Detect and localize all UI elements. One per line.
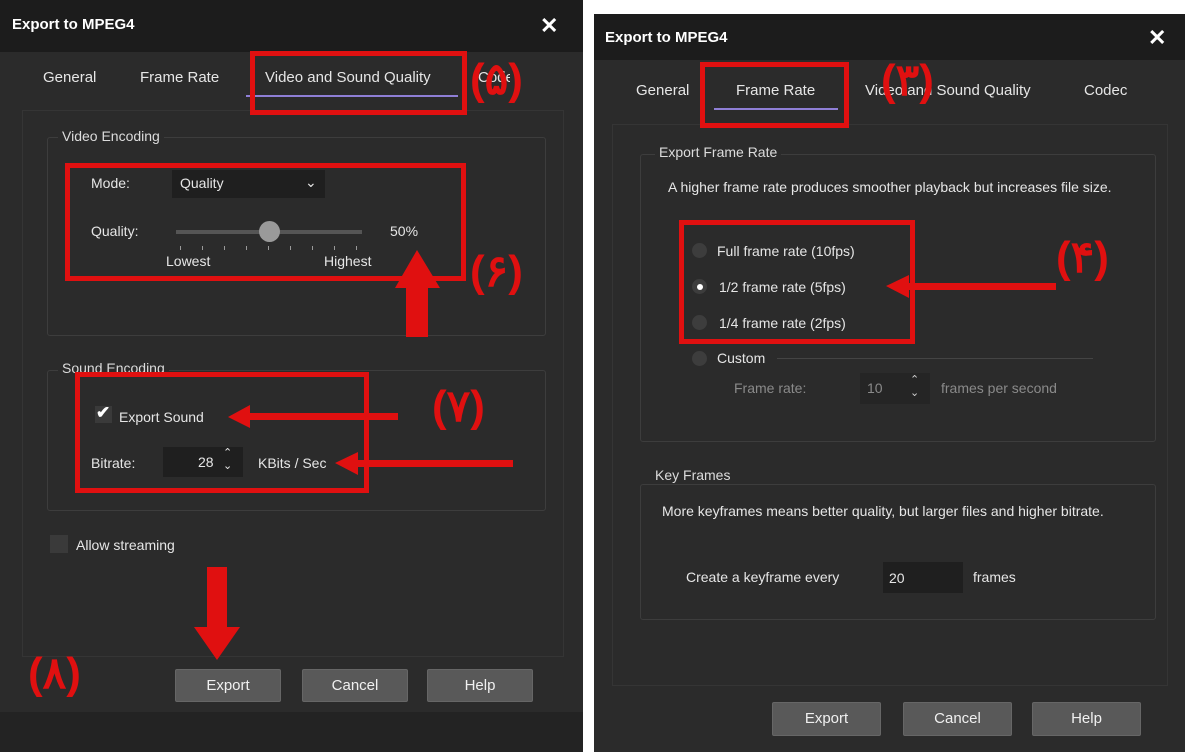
annotation-arrow-half-rate-shaft <box>906 283 1056 290</box>
left-export-dialog: Export to MPEG4 ✕ General Frame Rate Vid… <box>0 0 583 752</box>
annotation-arrows-left <box>194 250 513 660</box>
annotation-arrow-bitrate-head <box>335 452 358 475</box>
annotation-arrow-up-shaft <box>406 285 428 337</box>
separator-strip <box>583 0 594 752</box>
annotation-arrows-right <box>886 275 1056 298</box>
annotation-arrow-bitrate-shaft <box>355 460 513 467</box>
right-export-dialog: Export to MPEG4 ✕ General Frame Rate Vid… <box>594 14 1185 752</box>
annotation-arrow-export-sound-shaft <box>245 413 398 420</box>
annotation-arrow-down-head <box>194 627 240 660</box>
annotation-arrow-up-head <box>395 250 440 288</box>
annotation-arrow-down-shaft <box>207 567 227 629</box>
annotation-arrow-export-sound-head <box>228 405 250 428</box>
annotation-arrow-half-rate-head <box>886 275 909 298</box>
